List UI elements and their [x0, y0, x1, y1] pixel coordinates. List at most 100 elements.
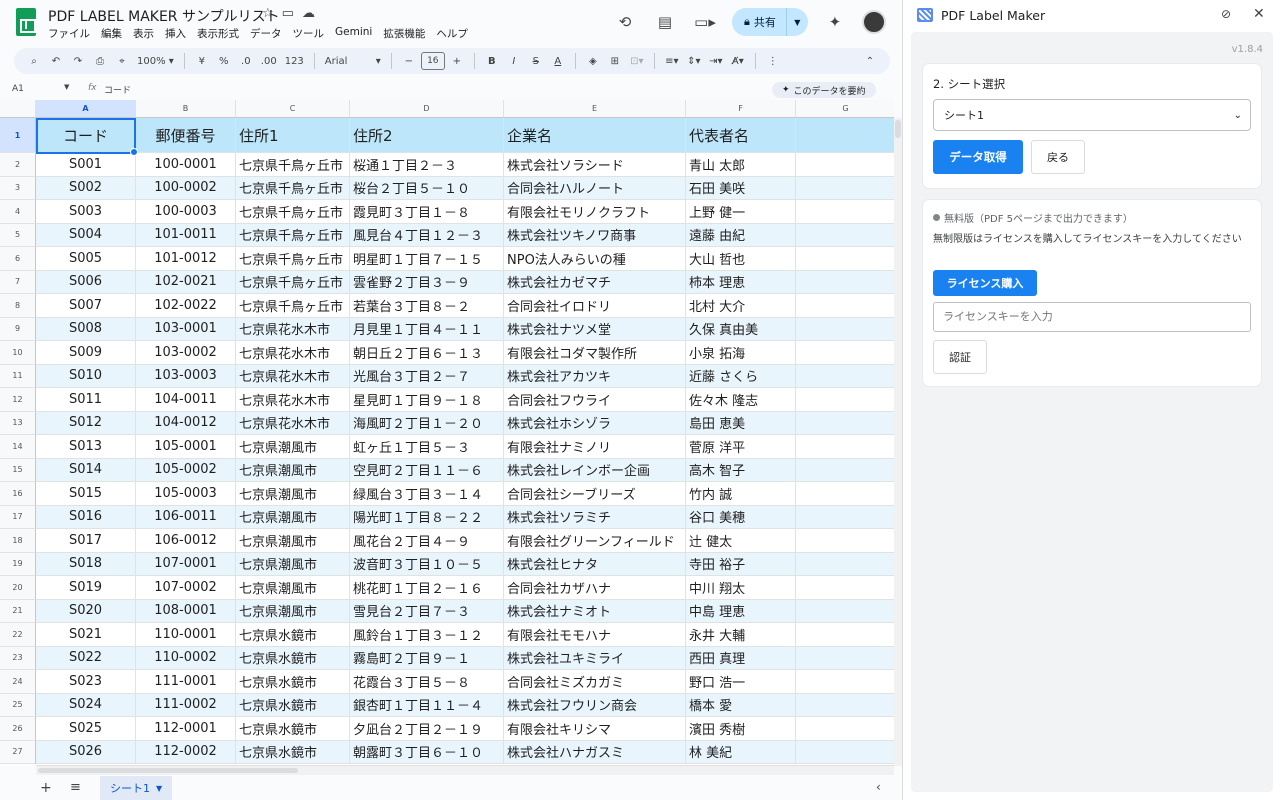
- cell[interactable]: 七京県千鳥ヶ丘市: [236, 153, 350, 177]
- cell[interactable]: [796, 717, 894, 741]
- cell[interactable]: 有限会社モモハナ: [504, 623, 686, 647]
- cell[interactable]: [796, 200, 894, 224]
- cell[interactable]: 住所1: [236, 118, 350, 153]
- cell[interactable]: 明星町１丁目７－１５: [350, 247, 504, 271]
- cell[interactable]: 103-0001: [136, 317, 236, 341]
- cell[interactable]: 佐々木 隆志: [686, 388, 796, 412]
- text-wrap-icon[interactable]: ⇥▾: [706, 50, 726, 72]
- cell[interactable]: S002: [36, 176, 136, 200]
- font-size-decrease-button[interactable]: −: [399, 50, 419, 72]
- cell[interactable]: 106-0011: [136, 505, 236, 529]
- row-number[interactable]: 24: [0, 670, 36, 694]
- cell[interactable]: 104-0012: [136, 411, 236, 435]
- comment-icon[interactable]: ▤: [652, 9, 678, 35]
- sheets-logo-icon[interactable]: [16, 8, 36, 36]
- column-header[interactable]: F: [686, 100, 796, 118]
- row-number[interactable]: 12: [0, 388, 36, 412]
- font-size-input[interactable]: 16: [420, 52, 445, 70]
- row-number[interactable]: 2: [0, 153, 36, 177]
- font-size-increase-button[interactable]: +: [447, 50, 467, 72]
- cell[interactable]: 有限会社キリシマ: [504, 717, 686, 741]
- spreadsheet-grid[interactable]: ABCDEFG 1 コード 郵便番号 住所1 住所2 企業名 代表者名 2 S001 100-00…: [0, 100, 894, 765]
- cell[interactable]: 合同会社ハルノート: [504, 176, 686, 200]
- cell[interactable]: 夕凪台２丁目２－１９: [350, 717, 504, 741]
- cell[interactable]: 合同会社シーブリーズ: [504, 482, 686, 506]
- cell[interactable]: [796, 341, 894, 365]
- row-number[interactable]: 20: [0, 576, 36, 600]
- cell[interactable]: 七京県水鏡市: [236, 717, 350, 741]
- cell[interactable]: 111-0002: [136, 693, 236, 717]
- cell[interactable]: 株式会社ハナガスミ: [504, 740, 686, 764]
- license-key-input[interactable]: [933, 302, 1251, 332]
- cell[interactable]: 七京県潮風市: [236, 505, 350, 529]
- row-number[interactable]: 16: [0, 482, 36, 506]
- cell[interactable]: S019: [36, 576, 136, 600]
- cell[interactable]: 風鈴台１丁目３－１２: [350, 623, 504, 647]
- cell[interactable]: 空見町２丁目１１－６: [350, 458, 504, 482]
- cell[interactable]: 株式会社ツキノワ商事: [504, 223, 686, 247]
- cell[interactable]: [796, 153, 894, 177]
- cell[interactable]: S024: [36, 693, 136, 717]
- row-number[interactable]: 15: [0, 458, 36, 482]
- cell[interactable]: 雲雀野２丁目３－９: [350, 270, 504, 294]
- select-all-corner[interactable]: [0, 100, 36, 118]
- cell[interactable]: [796, 223, 894, 247]
- cell[interactable]: 七京県花水木市: [236, 317, 350, 341]
- cell[interactable]: 112-0001: [136, 717, 236, 741]
- cell[interactable]: 七京県水鏡市: [236, 623, 350, 647]
- cell[interactable]: S016: [36, 505, 136, 529]
- cell[interactable]: 株式会社ユキミライ: [504, 646, 686, 670]
- column-header[interactable]: A: [36, 100, 136, 118]
- cell[interactable]: 七京県水鏡市: [236, 646, 350, 670]
- menu-item[interactable]: ツール: [293, 26, 325, 41]
- row-number[interactable]: 18: [0, 529, 36, 553]
- cell[interactable]: 緑風台３丁目３－１４: [350, 482, 504, 506]
- formula-input[interactable]: コード: [104, 83, 131, 96]
- column-header[interactable]: D: [350, 100, 504, 118]
- cell[interactable]: 106-0012: [136, 529, 236, 553]
- cell[interactable]: 風花台２丁目４－９: [350, 529, 504, 553]
- column-header[interactable]: B: [136, 100, 236, 118]
- row-number[interactable]: 19: [0, 552, 36, 576]
- cell[interactable]: [796, 247, 894, 271]
- cell[interactable]: 七京県潮風市: [236, 458, 350, 482]
- cell[interactable]: NPO法人みらいの種: [504, 247, 686, 271]
- cell[interactable]: 107-0001: [136, 552, 236, 576]
- cell[interactable]: S018: [36, 552, 136, 576]
- cell[interactable]: 谷口 美穂: [686, 505, 796, 529]
- menu-item[interactable]: 表示形式: [197, 26, 239, 41]
- cell[interactable]: 月見里１丁目４－１１: [350, 317, 504, 341]
- fetch-data-button[interactable]: データ取得: [933, 140, 1023, 174]
- menu-item[interactable]: ヘルプ: [436, 26, 468, 41]
- cell[interactable]: 株式会社カゼマチ: [504, 270, 686, 294]
- cell[interactable]: [796, 552, 894, 576]
- cell[interactable]: S011: [36, 388, 136, 412]
- menu-item[interactable]: データ: [250, 26, 282, 41]
- currency-button[interactable]: ¥: [192, 50, 212, 72]
- doc-title[interactable]: PDF LABEL MAKER サンプルリスト: [48, 6, 280, 26]
- cell[interactable]: [796, 670, 894, 694]
- chevron-down-icon[interactable]: ▼: [64, 83, 69, 91]
- column-header[interactable]: G: [796, 100, 894, 118]
- cell[interactable]: 七京県花水木市: [236, 364, 350, 388]
- scroll-thumb[interactable]: [38, 768, 298, 773]
- fill-color-icon[interactable]: ◈: [583, 50, 603, 72]
- menu-item[interactable]: 編集: [101, 26, 122, 41]
- cell[interactable]: コード: [36, 118, 136, 153]
- cell[interactable]: 風見台４丁目１２－３: [350, 223, 504, 247]
- cell[interactable]: [796, 118, 894, 153]
- row-number[interactable]: 7: [0, 270, 36, 294]
- row-number[interactable]: 25: [0, 693, 36, 717]
- menu-item[interactable]: Gemini: [335, 26, 372, 41]
- row-number[interactable]: 27: [0, 740, 36, 764]
- cell[interactable]: 企業名: [504, 118, 686, 153]
- percent-button[interactable]: %: [214, 50, 234, 72]
- cell[interactable]: 七京県潮風市: [236, 482, 350, 506]
- cell[interactable]: 七京県潮風市: [236, 529, 350, 553]
- cell[interactable]: S004: [36, 223, 136, 247]
- star-icon[interactable]: ☆: [262, 6, 274, 21]
- video-icon[interactable]: ▭▸: [692, 9, 718, 35]
- cell[interactable]: S012: [36, 411, 136, 435]
- cell[interactable]: S007: [36, 294, 136, 318]
- cell[interactable]: 霞見町３丁目１－８: [350, 200, 504, 224]
